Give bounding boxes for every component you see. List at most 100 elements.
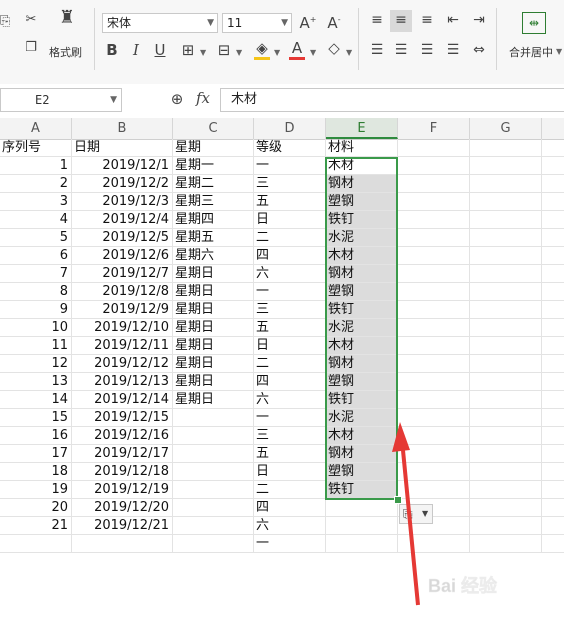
cell-f1[interactable] (398, 139, 470, 157)
cell-e2[interactable]: 木材 (326, 157, 398, 175)
cell-b7[interactable]: 2019/12/6 (72, 247, 173, 265)
cell-c12[interactable]: 星期日 (173, 337, 254, 355)
distribute-icon[interactable]: ⇔ (470, 42, 488, 58)
cell-e12[interactable]: 木材 (326, 337, 398, 355)
cell-c14[interactable]: 星期日 (173, 373, 254, 391)
cell-b16[interactable]: 2019/12/15 (72, 409, 173, 427)
borders-icon[interactable]: ⊞ (178, 42, 198, 58)
cell-a9[interactable]: 8 (0, 283, 72, 301)
cell-h2[interactable] (542, 157, 564, 175)
formula-input[interactable]: 木材 (220, 88, 564, 112)
cell-f16[interactable] (398, 409, 470, 427)
fill-color-icon[interactable]: ◈ (252, 40, 272, 56)
cell-a17[interactable]: 16 (0, 427, 72, 445)
cell-g8[interactable] (470, 265, 542, 283)
cell-g2[interactable] (470, 157, 542, 175)
cell-a7[interactable]: 6 (0, 247, 72, 265)
cell-f8[interactable] (398, 265, 470, 283)
cell-b22[interactable]: 2019/12/21 (72, 517, 173, 535)
font-size-select[interactable]: 11 ▼ (222, 13, 292, 33)
fx-icon[interactable]: fx (192, 90, 214, 106)
cell-e10[interactable]: 铁钉 (326, 301, 398, 319)
cell-h18[interactable] (542, 445, 564, 463)
cell-b6[interactable]: 2019/12/5 (72, 229, 173, 247)
cell-d15[interactable]: 六 (254, 391, 326, 409)
justify-icon[interactable]: ☰ (444, 42, 462, 58)
cell-d19[interactable]: 日 (254, 463, 326, 481)
cell-d18[interactable]: 五 (254, 445, 326, 463)
cell-f9[interactable] (398, 283, 470, 301)
cell-h7[interactable] (542, 247, 564, 265)
cell-b17[interactable]: 2019/12/16 (72, 427, 173, 445)
cell-g14[interactable] (470, 373, 542, 391)
cell-d23[interactable]: 一 (254, 535, 326, 553)
cell-d7[interactable]: 四 (254, 247, 326, 265)
cell-d13[interactable]: 二 (254, 355, 326, 373)
sheet-grid[interactable]: 序列号 日期 星期 等级 材料 1 2019/12/1 星期一一木材 2 2019/12… (0, 139, 564, 628)
cell-d20[interactable]: 二 (254, 481, 326, 499)
cell-c1[interactable]: 星期 (173, 139, 254, 157)
cell-h14[interactable] (542, 373, 564, 391)
column-header-d[interactable]: D (254, 118, 326, 139)
cell-h9[interactable] (542, 283, 564, 301)
decrease-indent-icon[interactable]: ⇤ (444, 12, 462, 28)
cell-a3[interactable]: 2 (0, 175, 72, 193)
cell-e3[interactable]: 钢材 (326, 175, 398, 193)
paste-options-button[interactable]: ⎘ ▼ (399, 504, 433, 524)
cell-a4[interactable]: 3 (0, 193, 72, 211)
cell-g18[interactable] (470, 445, 542, 463)
cell-e13[interactable]: 钢材 (326, 355, 398, 373)
bold-button[interactable]: B (104, 42, 120, 58)
chevron-down-icon[interactable]: ▼ (310, 48, 316, 57)
cell-g6[interactable] (470, 229, 542, 247)
format-painter-icon[interactable]: ♜ (56, 9, 78, 27)
cell-e20[interactable]: 铁钉 (326, 481, 398, 499)
cell-c9[interactable]: 星期日 (173, 283, 254, 301)
cell-f23[interactable] (398, 535, 470, 553)
cell-a10[interactable]: 9 (0, 301, 72, 319)
cell-g4[interactable] (470, 193, 542, 211)
cell-f17[interactable] (398, 427, 470, 445)
cell-c2[interactable]: 星期一 (173, 157, 254, 175)
cell-a23[interactable] (0, 535, 72, 553)
cell-g15[interactable] (470, 391, 542, 409)
cell-f7[interactable] (398, 247, 470, 265)
cell-e14[interactable]: 塑钢 (326, 373, 398, 391)
chevron-down-icon[interactable]: ▼ (236, 48, 242, 57)
font-name-select[interactable]: 宋体 ▼ (102, 13, 218, 33)
cell-a2[interactable]: 1 (0, 157, 72, 175)
cell-b12[interactable]: 2019/12/11 (72, 337, 173, 355)
cell-g11[interactable] (470, 319, 542, 337)
cell-g16[interactable] (470, 409, 542, 427)
cell-b21[interactable]: 2019/12/20 (72, 499, 173, 517)
cell-d2[interactable]: 一 (254, 157, 326, 175)
cell-d9[interactable]: 一 (254, 283, 326, 301)
paste-icon[interactable]: ⎘ (0, 14, 10, 30)
cell-c6[interactable]: 星期五 (173, 229, 254, 247)
cell-c5[interactable]: 星期四 (173, 211, 254, 229)
cell-h13[interactable] (542, 355, 564, 373)
cell-e9[interactable]: 塑钢 (326, 283, 398, 301)
cell-b9[interactable]: 2019/12/8 (72, 283, 173, 301)
cell-d4[interactable]: 五 (254, 193, 326, 211)
cell-g20[interactable] (470, 481, 542, 499)
cell-d5[interactable]: 日 (254, 211, 326, 229)
cell-h21[interactable] (542, 499, 564, 517)
cell-h3[interactable] (542, 175, 564, 193)
cell-e1[interactable]: 材料 (326, 139, 398, 157)
column-header-e[interactable]: E (326, 118, 398, 139)
cell-f10[interactable] (398, 301, 470, 319)
cell-b2[interactable]: 2019/12/1 (72, 157, 173, 175)
cell-e19[interactable]: 塑钢 (326, 463, 398, 481)
cell-g17[interactable] (470, 427, 542, 445)
cell-a6[interactable]: 5 (0, 229, 72, 247)
cell-h5[interactable] (542, 211, 564, 229)
cell-b23[interactable] (72, 535, 173, 553)
cell-g7[interactable] (470, 247, 542, 265)
cell-e16[interactable]: 水泥 (326, 409, 398, 427)
cell-g13[interactable] (470, 355, 542, 373)
cell-a19[interactable]: 18 (0, 463, 72, 481)
column-header-a[interactable]: A (0, 118, 72, 139)
cell-e15[interactable]: 铁钉 (326, 391, 398, 409)
chevron-down-icon[interactable]: ▼ (200, 48, 206, 57)
